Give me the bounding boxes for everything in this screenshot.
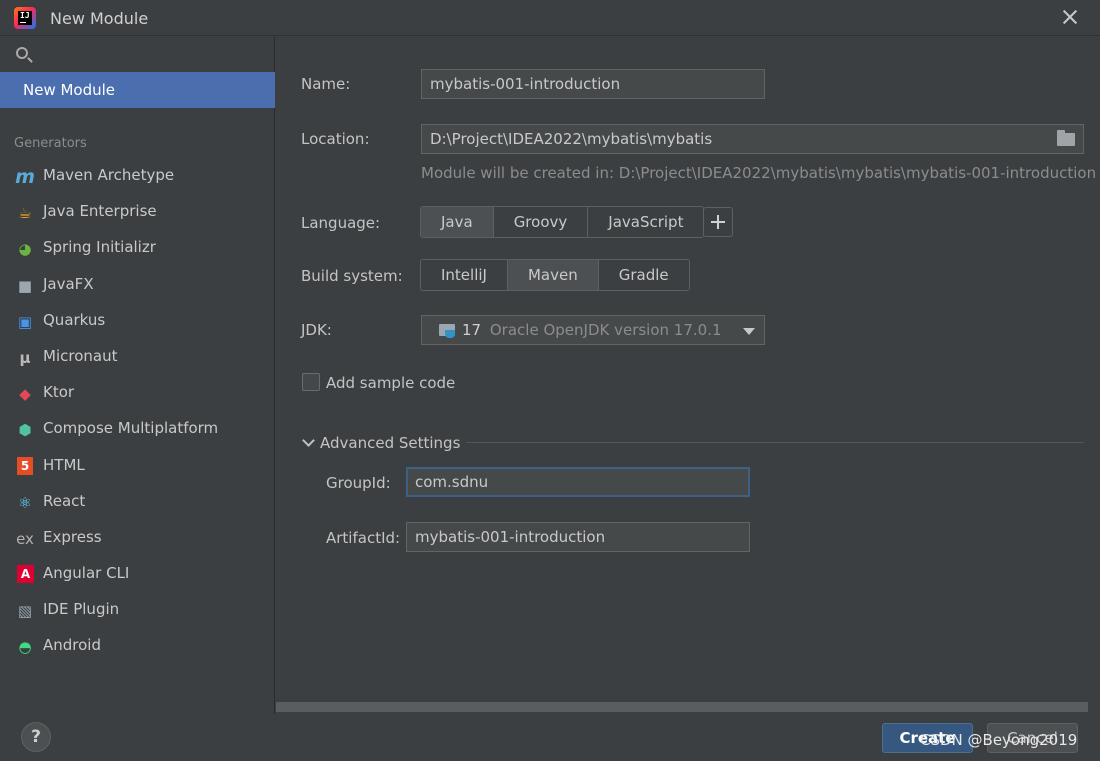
- name-field[interactable]: mybatis-001-introduction: [421, 69, 765, 99]
- sidebar-item-android[interactable]: ◓ Android: [0, 629, 275, 665]
- sample-code-label: Add sample code: [326, 374, 456, 392]
- sidebar-item-label: Ktor: [43, 383, 75, 402]
- spring-icon: ◕: [18, 240, 32, 259]
- artifactid-field[interactable]: mybatis-001-introduction: [406, 522, 750, 552]
- sidebar-item-angular-cli[interactable]: A Angular CLI: [0, 557, 275, 593]
- sidebar-item-ktor[interactable]: ◆ Ktor: [0, 376, 275, 412]
- express-icon: ex: [16, 529, 34, 548]
- language-label: Language:: [301, 214, 381, 232]
- window-title: New Module: [50, 9, 149, 28]
- location-value: D:\Project\IDEA2022\mybatis\mybatis: [430, 130, 713, 148]
- module-form: Name: mybatis-001-introduction Location:…: [276, 37, 1100, 702]
- sidebar-item-label: Micronaut: [43, 346, 118, 365]
- sidebar-search: [0, 37, 275, 71]
- generators-header: Generators: [14, 136, 87, 151]
- language-selector: Java Groovy JavaScript: [420, 206, 705, 238]
- sidebar-item-java-enterprise[interactable]: ☕ Java Enterprise: [0, 195, 275, 231]
- language-option-javascript[interactable]: JavaScript: [588, 207, 704, 237]
- sidebar-item-compose-multiplatform[interactable]: ⬢ Compose Multiplatform: [0, 412, 275, 448]
- android-icon: ◓: [18, 638, 32, 657]
- sidebar-item-maven-archetype[interactable]: m Maven Archetype: [0, 159, 275, 195]
- sidebar-item-label: Compose Multiplatform: [43, 419, 219, 438]
- sample-code-checkbox[interactable]: [302, 373, 320, 391]
- location-label: Location:: [301, 130, 370, 148]
- cancel-button[interactable]: Cancel: [987, 723, 1078, 753]
- help-button[interactable]: ?: [21, 722, 51, 752]
- angular-icon: A: [17, 565, 34, 584]
- ide-plugin-icon: ▧: [17, 602, 33, 621]
- sidebar-item-label: Angular CLI: [43, 564, 130, 583]
- jdk-label: JDK:: [301, 321, 332, 339]
- jdk-name: Oracle OpenJDK version 17.0.1: [489, 321, 722, 339]
- sidebar-item-react[interactable]: ⚛ React: [0, 485, 275, 521]
- jdk-version: 17: [462, 321, 482, 339]
- react-icon: ⚛: [18, 493, 32, 512]
- sidebar-item-new-module[interactable]: New Module: [0, 72, 275, 108]
- sidebar-item-label: Java Enterprise: [43, 202, 157, 221]
- sidebar-item-javafx[interactable]: ■ JavaFX: [0, 268, 275, 304]
- sidebar-item-label: JavaFX: [43, 274, 94, 293]
- html5-icon: 5: [17, 456, 33, 475]
- advanced-settings-toggle[interactable]: Advanced Settings: [320, 434, 460, 452]
- sidebar-item-spring-initializr[interactable]: ◕ Spring Initializr: [0, 231, 275, 267]
- add-language-button[interactable]: [703, 207, 733, 237]
- groupid-field[interactable]: com.sdnu: [406, 467, 750, 497]
- build-system-selector: IntelliJ Maven Gradle: [420, 259, 690, 291]
- name-label: Name:: [301, 75, 351, 93]
- generators-list: m Maven Archetype ☕ Java Enterprise ◕ Spring …: [0, 159, 275, 666]
- maven-icon: m: [15, 166, 35, 188]
- build-option-gradle[interactable]: Gradle: [598, 260, 689, 290]
- close-icon[interactable]: [1060, 7, 1080, 27]
- sidebar-item-label: HTML: [43, 455, 85, 474]
- build-system-label: Build system:: [301, 267, 403, 285]
- search-input[interactable]: [38, 41, 268, 67]
- sidebar-item-ide-plugin[interactable]: ▧ IDE Plugin: [0, 593, 275, 629]
- build-option-maven[interactable]: Maven: [507, 260, 599, 290]
- jdk-folder-icon: [439, 324, 455, 338]
- intellij-idea-icon: IJ: [14, 7, 36, 29]
- sidebar-item-label: Spring Initializr: [43, 238, 156, 257]
- sidebar-item-label: React: [43, 491, 86, 510]
- create-button[interactable]: Create: [882, 723, 973, 753]
- language-option-groovy[interactable]: Groovy: [493, 207, 589, 237]
- quarkus-icon: ▣: [17, 312, 33, 331]
- folder-open-icon[interactable]: [1057, 130, 1075, 146]
- build-option-intellij[interactable]: IntelliJ: [421, 260, 508, 290]
- jdk-dropdown[interactable]: 17 Oracle OpenJDK version 17.0.1: [421, 315, 765, 345]
- language-option-java[interactable]: Java: [421, 207, 494, 237]
- micronaut-icon: μ: [19, 348, 31, 367]
- location-field[interactable]: D:\Project\IDEA2022\mybatis\mybatis: [421, 124, 1084, 154]
- groupid-label: GroupId:: [326, 474, 391, 492]
- location-hint: Module will be created in: D:\Project\ID…: [421, 164, 1097, 182]
- sidebar-item-label: Android: [43, 636, 101, 655]
- horizontal-scrollbar[interactable]: [276, 702, 1088, 712]
- sidebar-item-micronaut[interactable]: μ Micronaut: [0, 340, 275, 376]
- chevron-down-icon: [743, 328, 755, 335]
- compose-icon: ⬢: [18, 421, 32, 440]
- sidebar: New Module Generators m Maven Archetype ☕ J…: [0, 37, 275, 714]
- sidebar-item-label: Maven Archetype: [43, 166, 175, 184]
- sidebar-item-label: IDE Plugin: [43, 600, 120, 619]
- chevron-down-icon[interactable]: [302, 434, 315, 447]
- artifactid-label: ArtifactId:: [326, 529, 401, 547]
- sidebar-item-label: Express: [43, 527, 102, 546]
- javafx-folder-icon: ■: [17, 276, 33, 295]
- sidebar-item-express[interactable]: ex Express: [0, 521, 275, 557]
- title-bar: IJ New Module: [0, 0, 1100, 36]
- sidebar-item-label: Quarkus: [43, 310, 106, 329]
- ktor-icon: ◆: [19, 385, 31, 404]
- advanced-separator: [466, 442, 1084, 443]
- sidebar-item-html[interactable]: 5 HTML: [0, 449, 275, 485]
- search-icon: [16, 47, 28, 59]
- java-enterprise-icon: ☕: [18, 204, 32, 223]
- sidebar-item-quarkus[interactable]: ▣ Quarkus: [0, 304, 275, 340]
